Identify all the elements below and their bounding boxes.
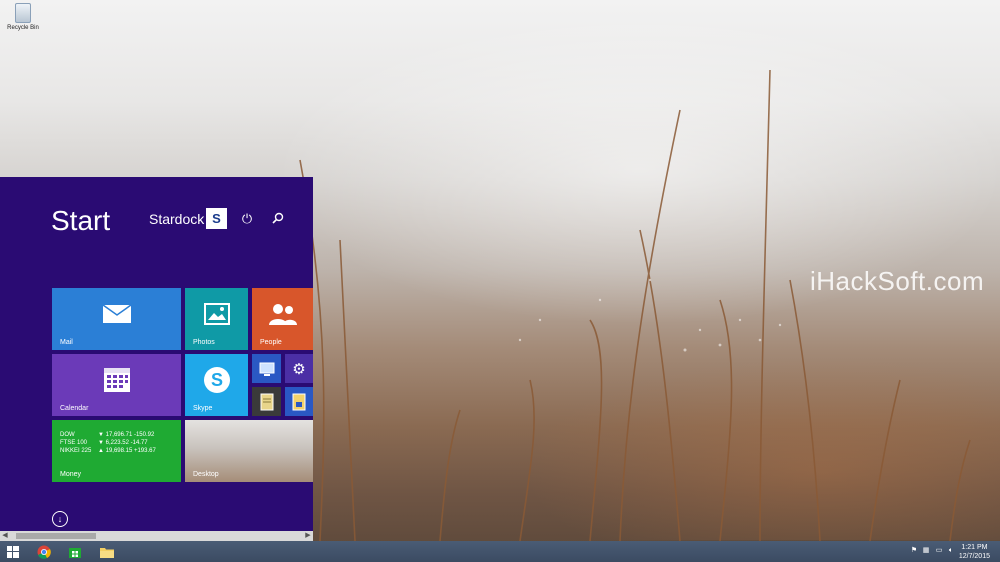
- tile-small-explorer[interactable]: [285, 387, 313, 416]
- tile-label: Skype: [193, 405, 213, 412]
- scroll-left-icon[interactable]: ◀: [0, 531, 10, 541]
- flag-icon[interactable]: ⚑: [910, 547, 918, 555]
- tile-calendar[interactable]: Calendar: [52, 354, 181, 416]
- store-icon: [69, 547, 81, 558]
- recycle-bin[interactable]: Recycle Bin: [6, 3, 40, 31]
- money-row-ftse: FTSE 100 ▼ 6,223.52 -14.77: [60, 440, 148, 446]
- scroll-thumb[interactable]: [16, 533, 96, 539]
- this-pc-icon: [259, 362, 274, 376]
- tile-label: People: [260, 339, 282, 346]
- stardock-logo-icon[interactable]: S: [206, 208, 227, 229]
- tile-label: Photos: [193, 339, 215, 346]
- tile-label: Money: [60, 471, 82, 478]
- taskbar-store[interactable]: [62, 543, 88, 560]
- money-value: ▼ 17,696.71 -150.92: [98, 432, 155, 438]
- tile-small-settings[interactable]: ⚙: [285, 354, 313, 383]
- start-menu: Start Stardock S ⏻ Mail Photos People Ca…: [0, 177, 313, 541]
- tile-label: Desktop: [193, 471, 219, 478]
- clock-date: 12/7/2015: [958, 553, 990, 560]
- scroll-right-icon[interactable]: ▶: [303, 531, 313, 541]
- clock[interactable]: 1:21 PM 12/7/2015: [959, 543, 990, 561]
- money-index: FTSE 100: [60, 440, 88, 446]
- taskbar-file-explorer[interactable]: [94, 543, 120, 560]
- people-icon: [268, 304, 297, 326]
- power-icon[interactable]: ⏻: [240, 211, 254, 226]
- money-value: ▲ 19,698.15 +193.67: [98, 448, 156, 454]
- svg-text:S: S: [210, 370, 222, 390]
- skype-icon: S: [203, 367, 230, 394]
- watermark-text: iHackSoft.com: [810, 266, 985, 296]
- document-icon: [260, 393, 273, 410]
- tile-small-documents[interactable]: [252, 387, 281, 416]
- file-explorer-icon: [292, 393, 306, 410]
- windows-tray-icon[interactable]: ▦: [922, 547, 930, 555]
- money-index: NIKKEI 225: [60, 448, 92, 454]
- network-icon[interactable]: ▭: [935, 547, 943, 555]
- tile-desktop[interactable]: Desktop: [185, 420, 313, 482]
- tile-photos[interactable]: Photos: [185, 288, 248, 350]
- tile-label: Calendar: [60, 405, 89, 412]
- folder-icon: [100, 547, 114, 558]
- chrome-icon: [37, 545, 51, 559]
- start-title: Start: [51, 205, 111, 236]
- search-icon[interactable]: [271, 211, 285, 225]
- windows-logo-icon: [7, 545, 19, 558]
- money-row-dow: DOW ▼ 17,696.71 -150.92: [60, 432, 154, 438]
- tile-label: Mail: [60, 339, 73, 346]
- recycle-bin-icon: [15, 3, 31, 23]
- user-name[interactable]: Stardock: [149, 211, 204, 227]
- arrow-down-circle-icon[interactable]: ↓: [52, 511, 68, 527]
- taskbar-chrome[interactable]: [31, 543, 57, 560]
- tile-money[interactable]: DOW ▼ 17,696.71 -150.92 FTSE 100 ▼ 6,223…: [52, 420, 181, 482]
- recycle-bin-label: Recycle Bin: [7, 25, 39, 31]
- money-value: ▼ 6,223.52 -14.77: [98, 440, 148, 446]
- tile-skype[interactable]: S Skype: [185, 354, 248, 416]
- money-row-nikkei: NIKKEI 225 ▲ 19,698.15 +193.67: [60, 448, 156, 454]
- tile-small-pc[interactable]: [252, 354, 281, 383]
- money-index: DOW: [60, 432, 75, 438]
- start-scrollbar[interactable]: ◀ ▶: [0, 531, 313, 541]
- taskbar: ⚑ ▦ ▭ 🔈︎ 1:21 PM 12/7/2015: [0, 541, 1000, 562]
- calendar-icon: [103, 368, 130, 393]
- tile-mail[interactable]: Mail: [52, 288, 181, 350]
- gear-icon: ⚙: [292, 360, 306, 378]
- mail-icon: [102, 304, 131, 324]
- volume-icon[interactable]: 🔈︎: [947, 547, 955, 555]
- tile-people[interactable]: People: [252, 288, 313, 350]
- photos-icon: [203, 303, 230, 326]
- clock-time: 1:21 PM: [961, 544, 988, 551]
- start-button[interactable]: [0, 543, 26, 560]
